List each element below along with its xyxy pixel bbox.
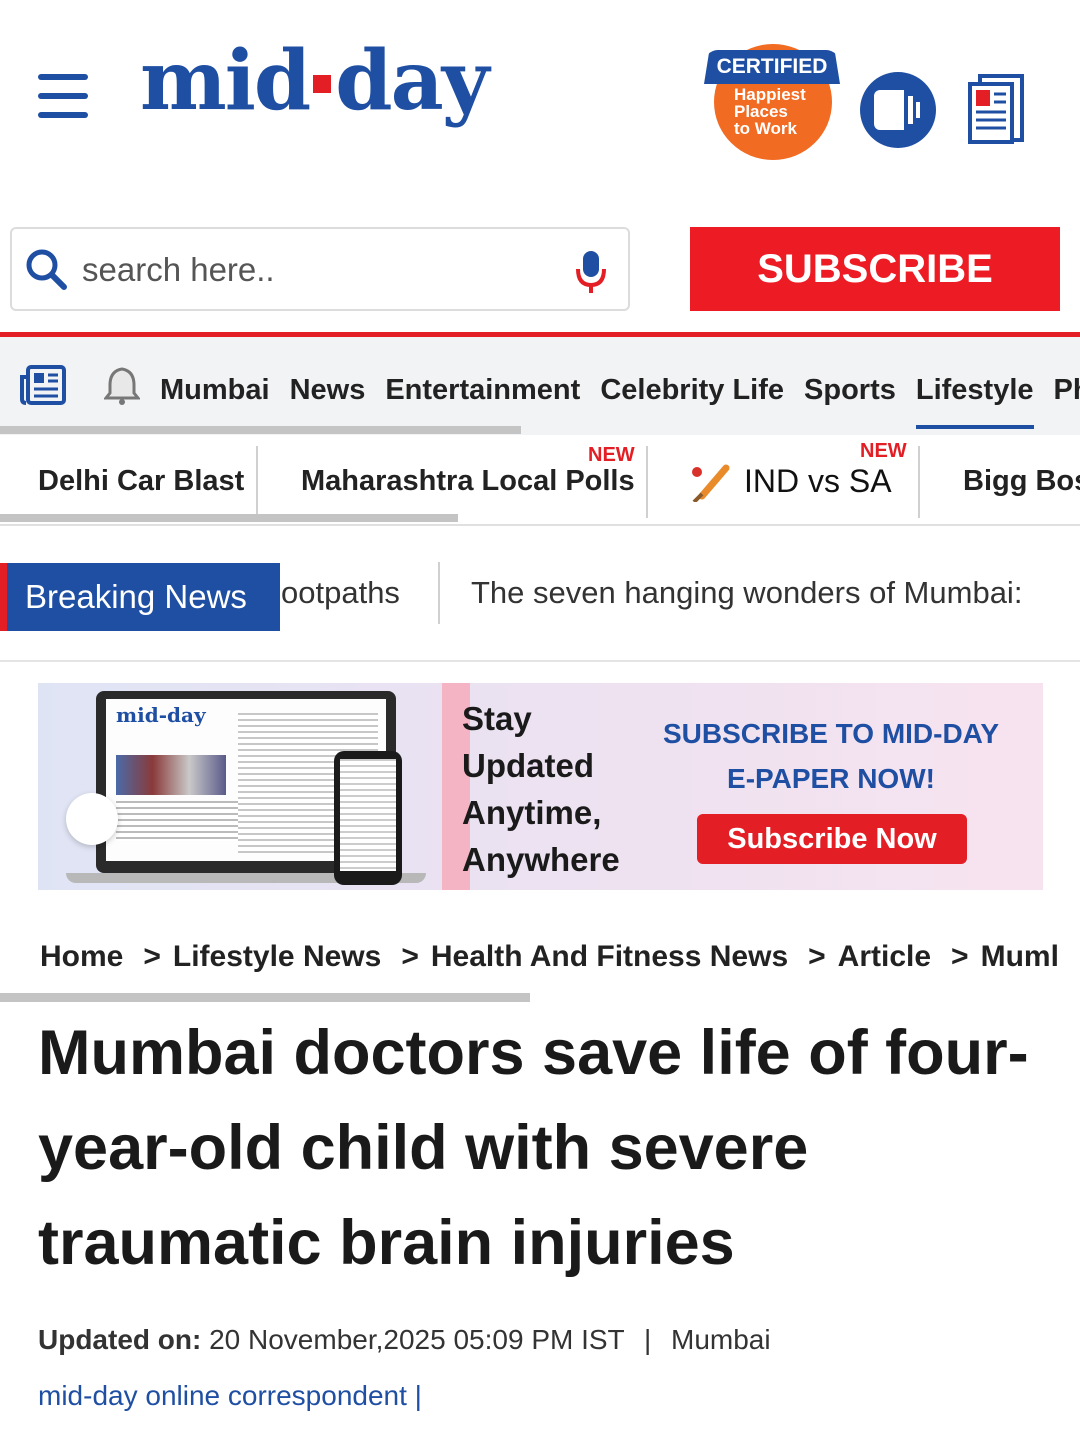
- breadcrumb-scrollbar[interactable]: [0, 993, 530, 1002]
- search-icon[interactable]: [24, 247, 68, 291]
- author-separator: |: [414, 1380, 422, 1411]
- badge-ribbon: CERTIFIED: [704, 50, 840, 84]
- breadcrumb-lifestyle-news[interactable]: Lifestyle News: [173, 932, 381, 982]
- screen-logo: mid-day: [116, 703, 206, 727]
- article-author: mid-day online correspondent |: [38, 1374, 422, 1418]
- updated-label: Updated on:: [38, 1324, 202, 1355]
- site-header: mid day CERTIFIED Happiest Places to Work: [0, 0, 1080, 190]
- article-headline: Mumbai doctors save life of four-year-ol…: [38, 1018, 1029, 1278]
- section-divider: [0, 660, 1080, 662]
- main-nav: Mumbai News Entertainment Celebrity Life…: [0, 337, 1080, 435]
- nav-item-celebrity-life[interactable]: Celebrity Life: [600, 337, 784, 435]
- breadcrumb: Home > Lifestyle News > Health And Fitne…: [40, 932, 1059, 982]
- cricket-bat-icon: [692, 464, 730, 502]
- nav-item-entertainment[interactable]: Entertainment: [385, 337, 580, 435]
- breadcrumb-current[interactable]: Muml: [981, 932, 1059, 982]
- article-location: Mumbai: [671, 1324, 771, 1355]
- nav-item-sports[interactable]: Sports: [804, 337, 896, 435]
- bell-icon[interactable]: [104, 365, 140, 405]
- banner-tagline: Stay Updated Anytime, Anywhere: [462, 700, 620, 878]
- trend-ind-vs-sa[interactable]: IND vs SA: [744, 436, 892, 520]
- nav-item-lifestyle[interactable]: Lifestyle: [915, 337, 1034, 435]
- breadcrumb-separator: >: [401, 940, 419, 973]
- ticker-item[interactable]: ootpaths: [281, 570, 400, 616]
- breadcrumb-home[interactable]: Home: [40, 932, 123, 982]
- trend-divider: [256, 446, 258, 518]
- trend-delhi-car-blast[interactable]: Delhi Car Blast: [38, 436, 244, 520]
- breadcrumb-separator: >: [808, 940, 826, 973]
- trending-scrollbar[interactable]: [0, 514, 458, 522]
- epaper-promo-banner[interactable]: mid-day Stay Updated Anytime, Anywhere S…: [38, 683, 1043, 890]
- nav-scrollbar[interactable]: [0, 426, 521, 434]
- badge-text: Happiest Places to Work: [734, 85, 806, 138]
- breadcrumb-separator: >: [951, 940, 969, 973]
- search-input[interactable]: [82, 245, 552, 295]
- breadcrumb-article[interactable]: Article: [838, 932, 931, 982]
- trend-bigg-boss[interactable]: Bigg Bos: [963, 436, 1080, 520]
- nav-item-mumbai[interactable]: Mumbai: [160, 337, 270, 435]
- news-icon[interactable]: [20, 365, 66, 405]
- trend-divider: [646, 446, 648, 518]
- nav-item-news[interactable]: News: [290, 337, 366, 435]
- article-meta: Updated on: 20 November,2025 05:09 PM IS…: [38, 1324, 771, 1355]
- banner-cta-title: SUBSCRIBE TO MID-DAY E-PAPER NOW!: [662, 718, 1000, 794]
- author-link[interactable]: mid-day online correspondent: [38, 1380, 407, 1411]
- updated-timestamp: 20 November,2025 05:09 PM IST: [209, 1324, 625, 1355]
- ticker-divider: [438, 562, 440, 624]
- breaking-news-label: Breaking News: [0, 563, 280, 631]
- breadcrumb-health-fitness[interactable]: Health And Fitness News: [431, 932, 788, 982]
- epaper-icon[interactable]: [966, 74, 1026, 144]
- subscribe-now-button[interactable]: Subscribe Now: [697, 814, 967, 864]
- happiest-places-badge: CERTIFIED Happiest Places to Work: [704, 44, 840, 160]
- epaper-badge-icon: [66, 793, 118, 845]
- main-nav-items: Mumbai News Entertainment Celebrity Life…: [160, 337, 1080, 435]
- trending-bar: Delhi Car Blast NEW Maharashtra Local Po…: [0, 436, 1080, 526]
- trend-divider: [918, 446, 920, 518]
- nav-item-photos[interactable]: Pho: [1054, 337, 1080, 435]
- ticker-item[interactable]: The seven hanging wonders of Mumbai:: [471, 570, 1022, 616]
- trend-maharashtra-polls[interactable]: Maharashtra Local Polls: [301, 436, 635, 520]
- search-box: [10, 227, 630, 311]
- subscribe-button[interactable]: SUBSCRIBE: [690, 227, 1060, 311]
- site-logo[interactable]: mid day: [140, 40, 489, 122]
- hamburger-menu-icon[interactable]: [38, 74, 88, 118]
- breadcrumb-separator: >: [143, 940, 161, 973]
- audio-icon[interactable]: [860, 72, 936, 148]
- microphone-icon[interactable]: [574, 249, 608, 295]
